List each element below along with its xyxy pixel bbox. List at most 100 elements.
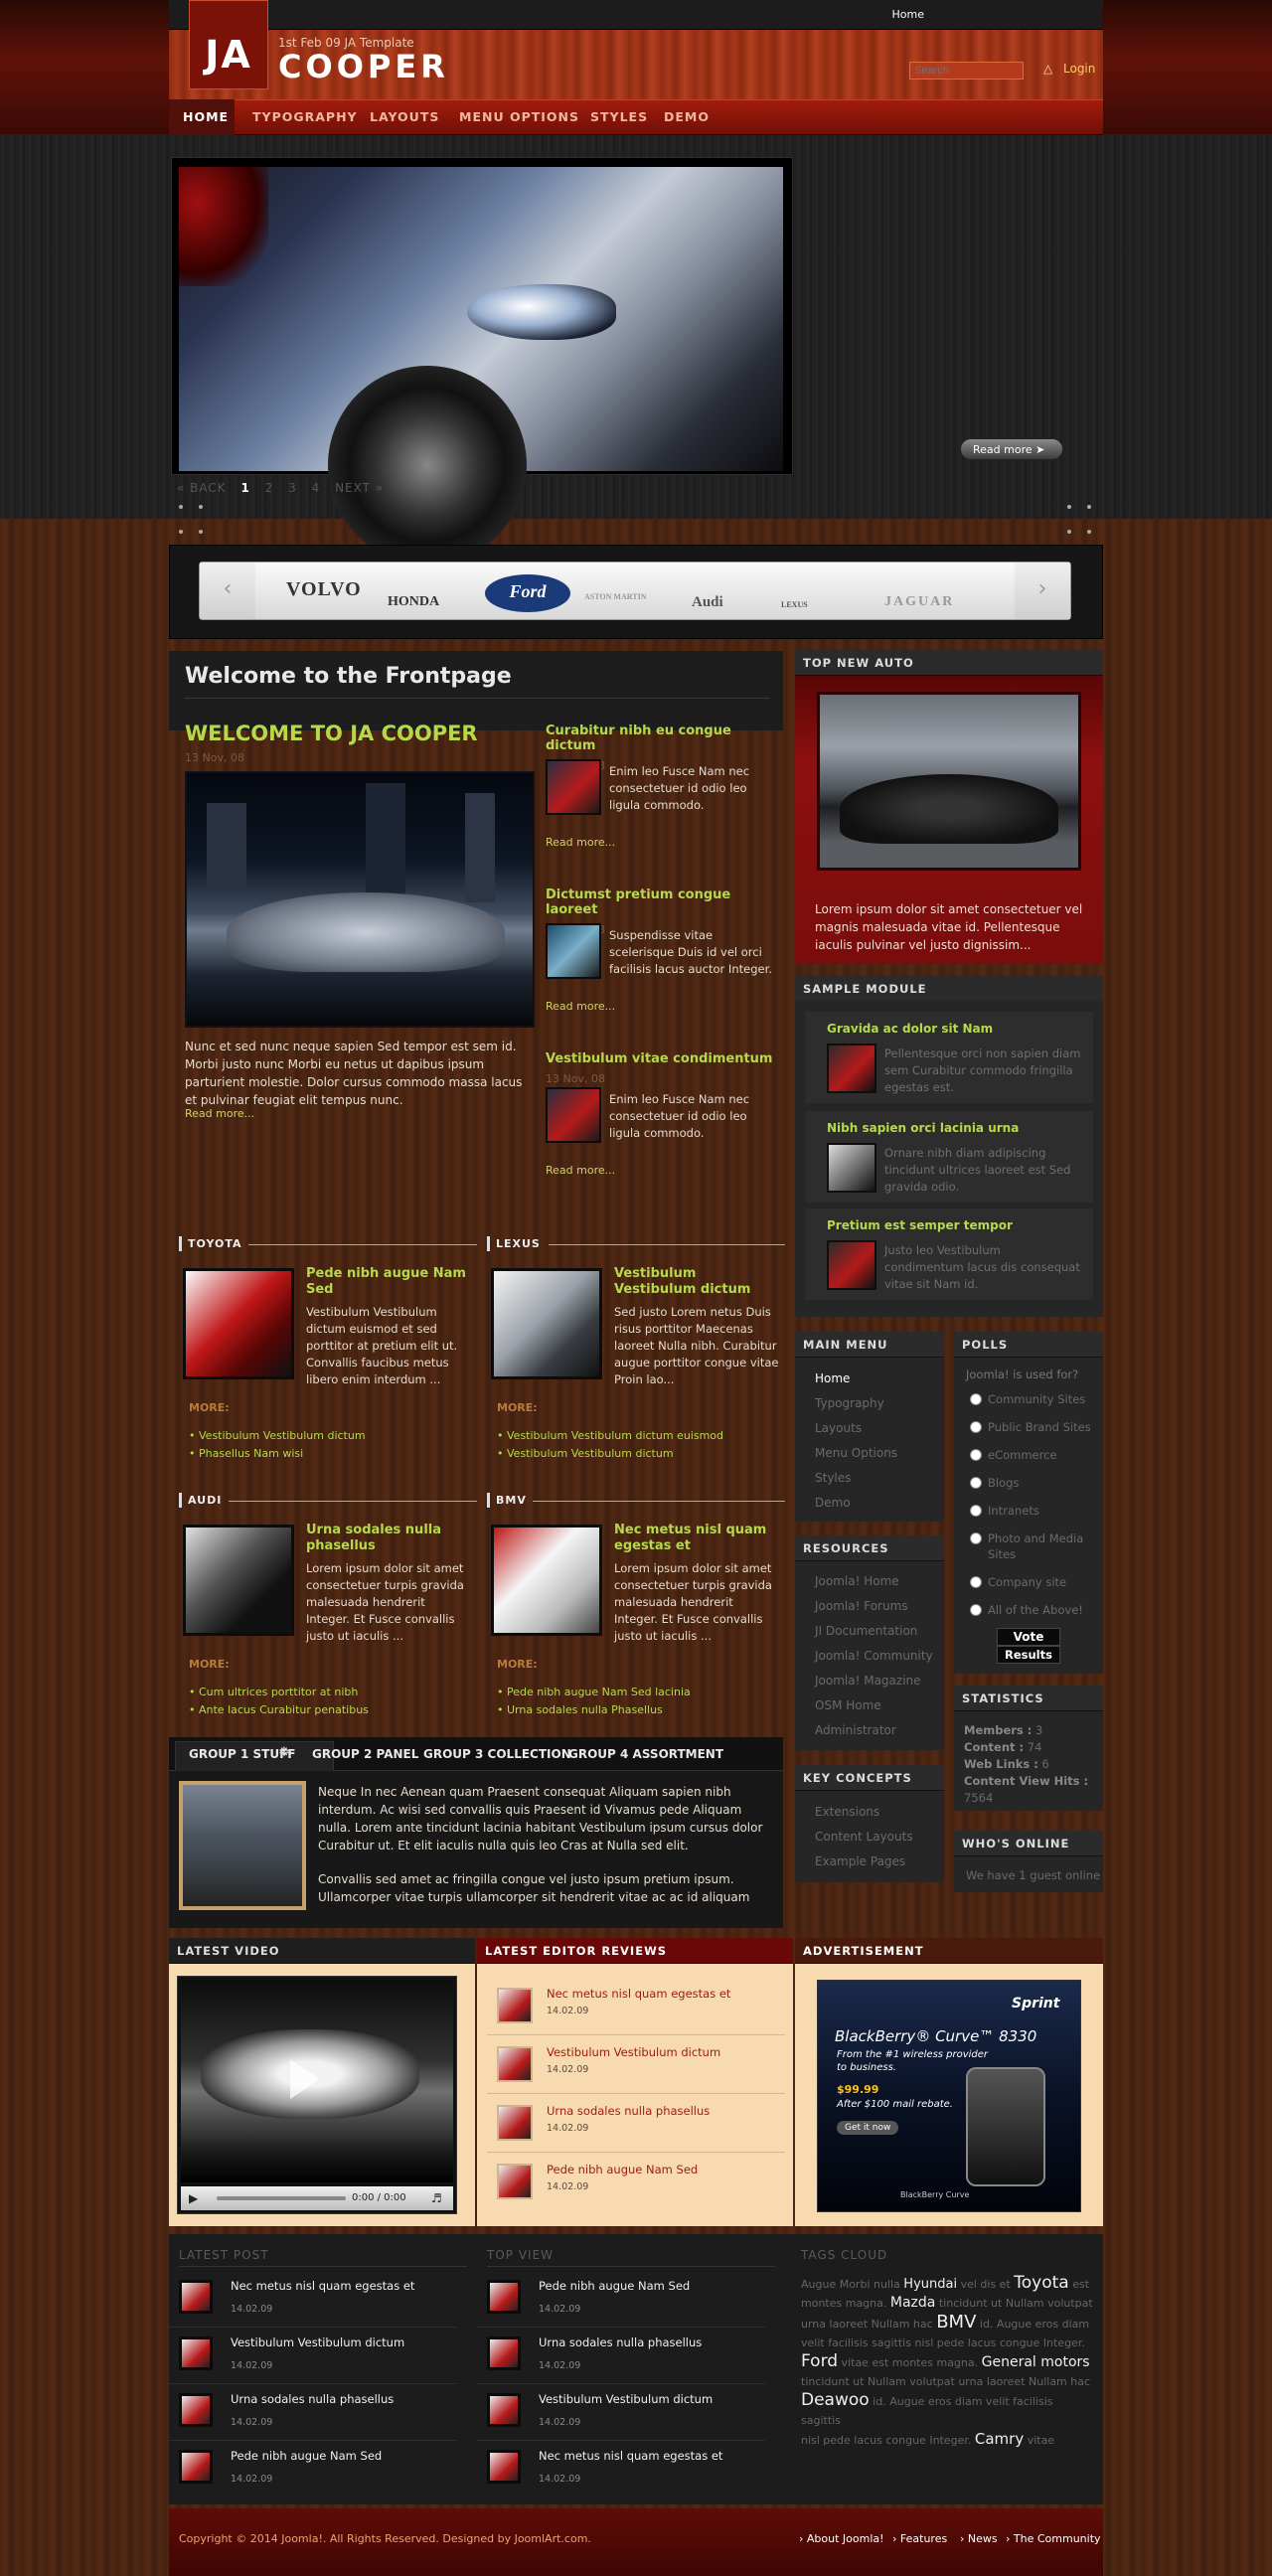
sample-item-thumb[interactable] <box>827 1044 876 1093</box>
tag[interactable]: Augue Morbi nulla <box>801 2278 903 2291</box>
tag[interactable]: montes magna. <box>801 2297 890 2310</box>
brand-jaguar[interactable]: JAGUAR <box>884 594 954 610</box>
category-title[interactable]: Urna sodales nulla phasellus <box>306 1523 471 1554</box>
slideshow-read-more-button[interactable]: Read more ➤ <box>960 438 1063 460</box>
category-title[interactable]: Vestibulum Vestibulum dictum <box>614 1266 779 1298</box>
tag[interactable]: nisl pede lacus congue Integer. <box>801 2434 975 2447</box>
tag[interactable]: Hyundai <box>903 2277 957 2292</box>
top-view-title[interactable]: Nec metus nisl quam egestas et <box>539 2449 722 2463</box>
nav-layouts[interactable]: LAYOUTS <box>370 109 439 124</box>
side-news-read-more[interactable]: Read more... <box>546 1164 615 1177</box>
latest-post-title[interactable]: Pede nibh augue Nam Sed <box>231 2449 382 2463</box>
editor-review-thumb[interactable] <box>497 2105 533 2141</box>
category-thumb[interactable] <box>491 1268 602 1379</box>
search-input[interactable] <box>909 62 1024 80</box>
editor-review-thumb[interactable] <box>497 1988 533 2023</box>
resource-link[interactable]: Joomla! Forums <box>815 1599 908 1613</box>
nav-home[interactable]: HOME <box>183 109 229 124</box>
tag[interactable]: tincidunt ut Nullam volutpat <box>935 2297 1093 2310</box>
vote-button[interactable]: Vote <box>997 1628 1060 1646</box>
category-title[interactable]: Nec metus nisl quam egestas et <box>614 1523 779 1554</box>
sample-item-thumb[interactable] <box>827 1143 876 1193</box>
key-concept-link[interactable]: Example Pages <box>815 1854 905 1868</box>
menu-home[interactable]: Home <box>815 1371 850 1385</box>
menu-styles[interactable]: Styles <box>815 1471 851 1485</box>
welcome-read-more-link[interactable]: Read more... <box>185 1107 254 1120</box>
tab-group-2[interactable]: GROUP 2 PANEL <box>312 1747 418 1761</box>
menu-menu-options[interactable]: Menu Options <box>815 1446 897 1460</box>
editor-review-thumb[interactable] <box>497 2046 533 2082</box>
top-home-link[interactable]: Home <box>892 8 924 21</box>
nav-typography[interactable]: TYPOGRAPHY <box>252 109 358 124</box>
footer-link[interactable]: › The Community <box>1006 2532 1101 2545</box>
editor-review-title[interactable]: Urna sodales nulla phasellus <box>547 2104 710 2118</box>
tag[interactable]: Ford <box>801 2351 838 2371</box>
footer-link[interactable]: › Features <box>892 2532 947 2545</box>
nav-styles[interactable]: STYLES <box>590 109 648 124</box>
brand-aston-martin[interactable]: ASTON MARTIN <box>584 592 646 601</box>
sample-item-title[interactable]: Nibh sapien orci lacinia urna <box>827 1121 1019 1135</box>
resource-link[interactable]: JI Documentation <box>815 1624 917 1638</box>
play-button-icon[interactable]: ▶ <box>189 2191 198 2205</box>
tag[interactable]: Mazda <box>890 2295 935 2311</box>
pager-page-3[interactable]: 3 <box>288 481 297 495</box>
latest-post-title[interactable]: Urna sodales nulla phasellus <box>231 2392 394 2406</box>
top-view-thumb[interactable] <box>487 2280 521 2314</box>
pager-back[interactable]: « BACK <box>177 481 227 495</box>
brand-ford[interactable]: Ford <box>485 574 570 612</box>
poll-radio[interactable] <box>970 1421 982 1433</box>
side-news-thumb[interactable] <box>546 1087 601 1143</box>
side-news-read-more[interactable]: Read more... <box>546 836 615 849</box>
resource-link[interactable]: Joomla! Home <box>815 1574 899 1588</box>
tag[interactable]: vitae est montes magna. <box>838 2356 982 2369</box>
brand-lexus[interactable]: LEXUS <box>781 600 808 609</box>
top-view-thumb[interactable] <box>487 2450 521 2484</box>
poll-radio[interactable] <box>970 1505 982 1517</box>
tag[interactable]: vitae <box>1024 2434 1054 2447</box>
resource-link[interactable]: Joomla! Community <box>815 1649 933 1663</box>
tag[interactable]: General motors <box>982 2354 1090 2370</box>
pager-page-1[interactable]: 1 <box>240 481 249 495</box>
poll-radio[interactable] <box>970 1604 982 1616</box>
menu-demo[interactable]: Demo <box>815 1496 851 1510</box>
menu-typography[interactable]: Typography <box>815 1396 884 1410</box>
tag[interactable]: urna laoreet Nullam hac <box>801 2318 936 2331</box>
tag[interactable]: vel dis et <box>957 2278 1014 2291</box>
top-view-title[interactable]: Urna sodales nulla phasellus <box>539 2335 702 2349</box>
poll-radio[interactable] <box>970 1393 982 1405</box>
video-progress-bar[interactable] <box>217 2196 346 2200</box>
latest-post-title[interactable]: Nec metus nisl quam egestas et <box>231 2279 414 2293</box>
volume-icon[interactable]: ♬ <box>431 2191 442 2205</box>
welcome-title[interactable]: WELCOME TO JA COOPER <box>185 722 478 745</box>
category-link[interactable]: • Vestibulum Vestibulum dictum euismod <box>497 1429 723 1442</box>
side-news-title[interactable]: Dictumst pretium congue laoreet <box>546 887 730 917</box>
category-thumb[interactable] <box>183 1268 294 1379</box>
side-news-title[interactable]: Curabitur nibh eu congue dictum <box>546 724 731 753</box>
editor-review-title[interactable]: Vestibulum Vestibulum dictum <box>547 2045 720 2059</box>
video-thumbnail[interactable] <box>181 1980 453 2182</box>
category-title[interactable]: Pede nibh augue Nam Sed <box>306 1266 471 1298</box>
sample-item-title[interactable]: Gravida ac dolor sit Nam <box>827 1022 993 1036</box>
side-news-thumb[interactable] <box>546 759 601 815</box>
brand-volvo[interactable]: VOLVO <box>286 578 362 601</box>
category-link[interactable]: • Phasellus Nam wisi <box>189 1447 303 1460</box>
brand-audi[interactable]: Audi <box>692 594 723 611</box>
sample-item-title[interactable]: Pretium est semper tempor <box>827 1218 1013 1232</box>
resource-link[interactable]: Joomla! Magazine <box>815 1674 921 1688</box>
pager-page-4[interactable]: 4 <box>312 481 321 495</box>
editor-review-title[interactable]: Pede nibh augue Nam Sed <box>547 2163 698 2176</box>
poll-radio[interactable] <box>970 1576 982 1588</box>
poll-radio[interactable] <box>970 1449 982 1461</box>
login-link[interactable]: Login <box>1063 62 1095 76</box>
brand-honda[interactable]: HONDA <box>388 594 439 610</box>
tab-group-4[interactable]: GROUP 4 ASSORTMENT <box>568 1747 723 1761</box>
top-view-title[interactable]: Vestibulum Vestibulum dictum <box>539 2392 713 2406</box>
menu-layouts[interactable]: Layouts <box>815 1421 862 1435</box>
nav-menu-options[interactable]: MENU OPTIONS <box>459 109 579 124</box>
resource-link[interactable]: Administrator <box>815 1723 896 1737</box>
tag[interactable]: velit facilisis sagittis nisl pede lacus… <box>801 2336 1085 2349</box>
footer-link[interactable]: › About Joomla! <box>799 2532 884 2545</box>
top-new-auto-image[interactable] <box>817 692 1081 871</box>
pager-next[interactable]: NEXT » <box>335 481 384 495</box>
tag[interactable]: est <box>1069 2278 1089 2291</box>
